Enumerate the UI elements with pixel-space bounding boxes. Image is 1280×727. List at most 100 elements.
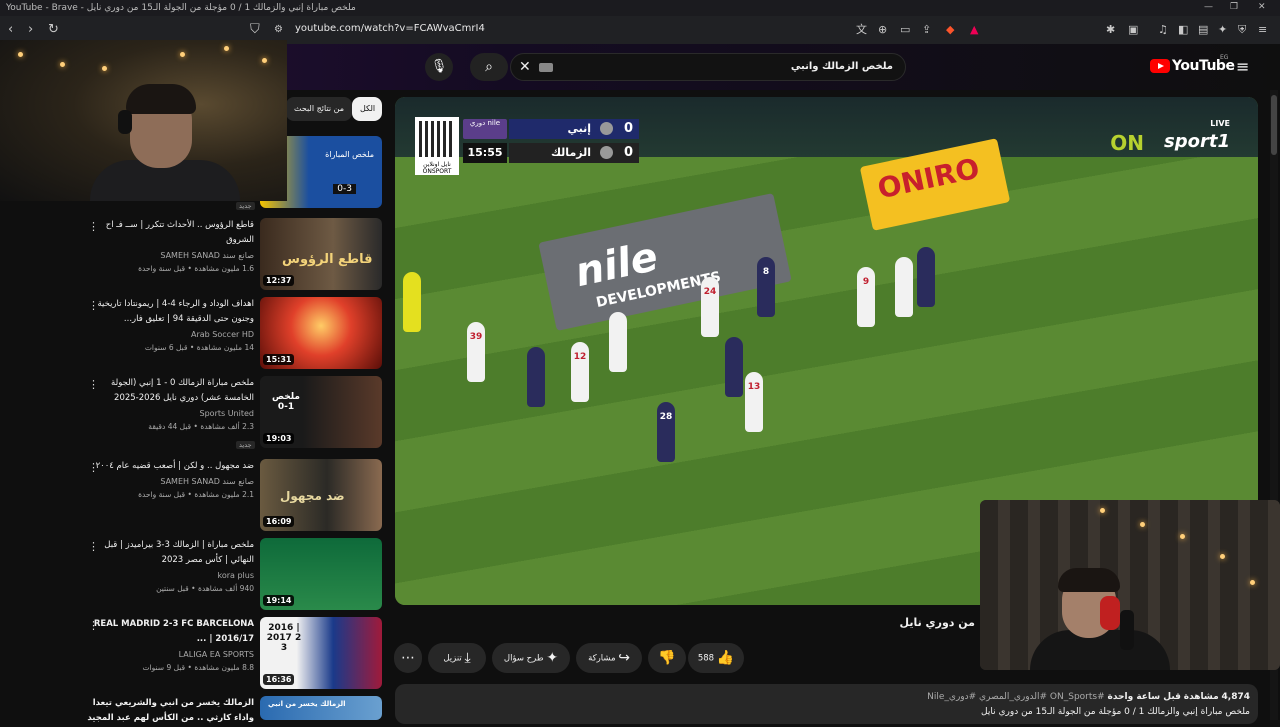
more-horizontal-icon: ⋯ <box>401 650 415 666</box>
video-thumbnail[interactable]: 19:14 <box>260 538 382 610</box>
video-details: قاطع الرؤوس .. الأحداث تتكرر | ســ فـ اح… <box>84 218 254 273</box>
video-meta: 2.3 ألف مشاهدة • قبل 44 دقيقة <box>148 422 254 431</box>
voice-search-button[interactable]: 🎙 <box>425 53 453 81</box>
list-item[interactable]: الزمالك يخسر من انبي الزمالك يخسر من انب… <box>80 696 386 723</box>
video-meta: 14 مليون مشاهدة • قبل 6 سنوات <box>144 343 254 352</box>
site-info-icon[interactable]: ⚙ <box>274 22 283 38</box>
thumbs-up-icon: 👍 <box>716 650 735 666</box>
broadcaster-logo: LIVE ON sport1 <box>1100 119 1230 169</box>
thumbnail-caption: الزمالك يخسر من انبي <box>268 700 346 708</box>
video-thumbnail[interactable]: 2016 | 2017 2 3 16:36 <box>260 617 382 689</box>
bookmark-icon[interactable]: ⛉ <box>250 22 260 38</box>
video-title[interactable]: قاطع الرؤوس .. الأحداث تتكرر | ســ فـ اح… <box>84 218 254 248</box>
duration-badge: 15:31 <box>263 354 295 365</box>
download-icon: ⤓ <box>464 650 471 666</box>
address-bar[interactable]: youtube.com/watch?v=FCAWvaCmrI4 <box>295 23 485 34</box>
wallet-icon[interactable]: ▣ <box>1128 22 1138 38</box>
video-title[interactable]: ملخص مباراة الزمالك 0 - 1 إنبي (الجولة ا… <box>84 376 254 406</box>
more-actions-icon[interactable]: ⋮ <box>88 461 99 474</box>
video-thumbnail[interactable]: ملخص 1-0 19:03 <box>260 376 382 448</box>
country-code: EG <box>1220 54 1229 61</box>
more-actions-button[interactable]: ⋯ <box>394 643 422 673</box>
video-title[interactable]: REAL MADRID 2-3 FC BARCELONA 2016/17 | .… <box>84 617 254 647</box>
headset <box>118 110 132 134</box>
home-team-name: إنبي <box>567 122 591 135</box>
back-icon[interactable]: ‹ <box>8 22 13 38</box>
streamer-hair <box>1058 568 1120 592</box>
like-count: 588 <box>697 653 715 664</box>
brave-rewards-icon[interactable]: ▲ <box>970 22 978 38</box>
channel-name[interactable]: صانع سند SAMEH SANAD <box>84 477 254 486</box>
player-figure: 13 <box>745 372 763 432</box>
list-item[interactable]: 19:14 ملخص مباراة | الزمالك 3-3 بيراميدز… <box>80 538 386 612</box>
channel-name[interactable]: kora plus <box>84 571 254 580</box>
more-actions-icon[interactable]: ⋮ <box>88 299 99 312</box>
video-title[interactable]: الزمالك يخسر من انبي والشريعي تيعدا وادا… <box>84 696 254 727</box>
video-title[interactable]: ملخص مباراة | الزمالك 3-3 بيراميدز | قبل… <box>84 538 254 568</box>
channel-name[interactable]: LALIGA EA SPORTS <box>84 650 254 659</box>
media-icon[interactable]: ♫ <box>1158 22 1168 38</box>
like-button[interactable]: 588 👍 <box>688 643 744 673</box>
jersey-number: 9 <box>862 277 870 287</box>
more-actions-icon[interactable]: ⋮ <box>88 220 99 233</box>
chip-all[interactable]: الكل <box>352 97 382 121</box>
thumbnail-score: 0-3 <box>333 184 356 194</box>
duration-badge: 16:09 <box>263 516 295 527</box>
install-icon[interactable]: ▭ <box>900 22 910 38</box>
video-thumbnail[interactable]: الزمالك يخسر من انبي <box>260 696 382 720</box>
video-title[interactable]: اهداف الوداد و الرجاء 4-4 | ريمونتادا تا… <box>84 297 254 327</box>
minimize-icon[interactable]: — <box>1204 2 1213 12</box>
translate-icon[interactable]: 文 <box>856 22 867 38</box>
player-figure: 39 <box>467 322 485 382</box>
list-item[interactable]: 15:31 اهداف الوداد و الرجاء 4-4 | ريمونت… <box>80 297 386 371</box>
share-button[interactable]: مشاركة ↪ <box>576 643 642 673</box>
clear-search-icon[interactable]: ✕ <box>519 59 531 75</box>
brave-shields-icon[interactable]: ◆ <box>946 22 954 38</box>
dislike-button[interactable]: 👎 <box>648 643 686 673</box>
channel-name[interactable]: Arab Soccer HD <box>84 330 254 339</box>
thumbnail-caption: ضد مجهول <box>280 489 345 503</box>
channel-name[interactable]: Sports United <box>84 409 254 418</box>
browser-menu-icon[interactable]: ≡ <box>1258 22 1267 38</box>
chip-from-search[interactable]: من نتائج البحث <box>286 97 353 121</box>
home-team-badge-icon <box>600 122 613 135</box>
new-badge: جديد <box>236 202 255 210</box>
guide-menu-icon[interactable]: ≡ <box>1236 57 1249 76</box>
reload-icon[interactable]: ↻ <box>48 22 59 38</box>
list-item[interactable]: 2016 | 2017 2 3 16:36 REAL MADRID 2-3 FC… <box>80 617 386 691</box>
hashtags[interactable]: #ON_Sports #الدوري_المصري #دوري_Nile <box>927 692 1105 702</box>
leo-ai-icon[interactable]: ✦ <box>1218 22 1227 38</box>
forward-icon[interactable]: › <box>28 22 33 38</box>
more-actions-icon[interactable]: ⋮ <box>88 619 99 632</box>
more-actions-icon[interactable]: ⋮ <box>88 540 99 553</box>
list-item[interactable]: قاطع الرؤوس 12:37 قاطع الرؤوس .. الأحداث… <box>80 218 386 292</box>
jersey-number: 39 <box>469 332 483 342</box>
away-team-name: الزمالك <box>550 146 591 159</box>
maximize-icon[interactable]: ❐ <box>1230 2 1238 12</box>
scrollbar-thumb[interactable] <box>1271 95 1277 155</box>
duration-badge: 19:03 <box>263 433 295 444</box>
share-page-icon[interactable]: ⇪ <box>922 22 931 38</box>
list-item[interactable]: ملخص 1-0 19:03 ملخص مباراة الزمالك 0 - 1… <box>80 376 386 450</box>
search-button[interactable]: ⌕ <box>470 53 508 81</box>
search-input[interactable]: ✕ ملخص الزمالك وانبي <box>510 53 906 81</box>
channel-name[interactable]: صانع سند SAMEH SANAD <box>84 251 254 260</box>
video-thumbnail[interactable]: ضد مجهول 16:09 <box>260 459 382 531</box>
vpn-icon[interactable]: ⛨ <box>1238 22 1246 38</box>
download-button[interactable]: تنزيل ⤓ <box>428 643 486 673</box>
keyboard-icon[interactable] <box>539 63 553 72</box>
video-thumbnail[interactable]: 15:31 <box>260 297 382 369</box>
video-title[interactable]: ضد مجهول .. و لكن | أصعب قضيه عام ٢٠٠٤ <box>84 459 254 474</box>
sidebar-icon[interactable]: ◧ <box>1178 22 1188 38</box>
video-details: ضد مجهول .. و لكن | أصعب قضيه عام ٢٠٠٤ ص… <box>84 459 254 499</box>
list-item[interactable]: ضد مجهول 16:09 ضد مجهول .. و لكن | أصعب … <box>80 459 386 533</box>
more-actions-icon[interactable]: ⋮ <box>88 378 99 391</box>
extensions-icon[interactable]: ✱ <box>1106 22 1115 38</box>
video-thumbnail[interactable]: قاطع الرؤوس 12:37 <box>260 218 382 290</box>
description-box[interactable]: 4,874 مشاهدة قبل ساعة واحدة #ON_Sports #… <box>395 684 1258 724</box>
zoom-icon[interactable]: ⊕ <box>878 22 887 38</box>
thumbnail-caption: ملخص المباراة <box>325 150 374 159</box>
wallet-card-icon[interactable]: ▤ <box>1198 22 1208 38</box>
close-window-icon[interactable]: ✕ <box>1258 2 1266 12</box>
ask-button[interactable]: طرح سؤال ✦ <box>492 643 570 673</box>
